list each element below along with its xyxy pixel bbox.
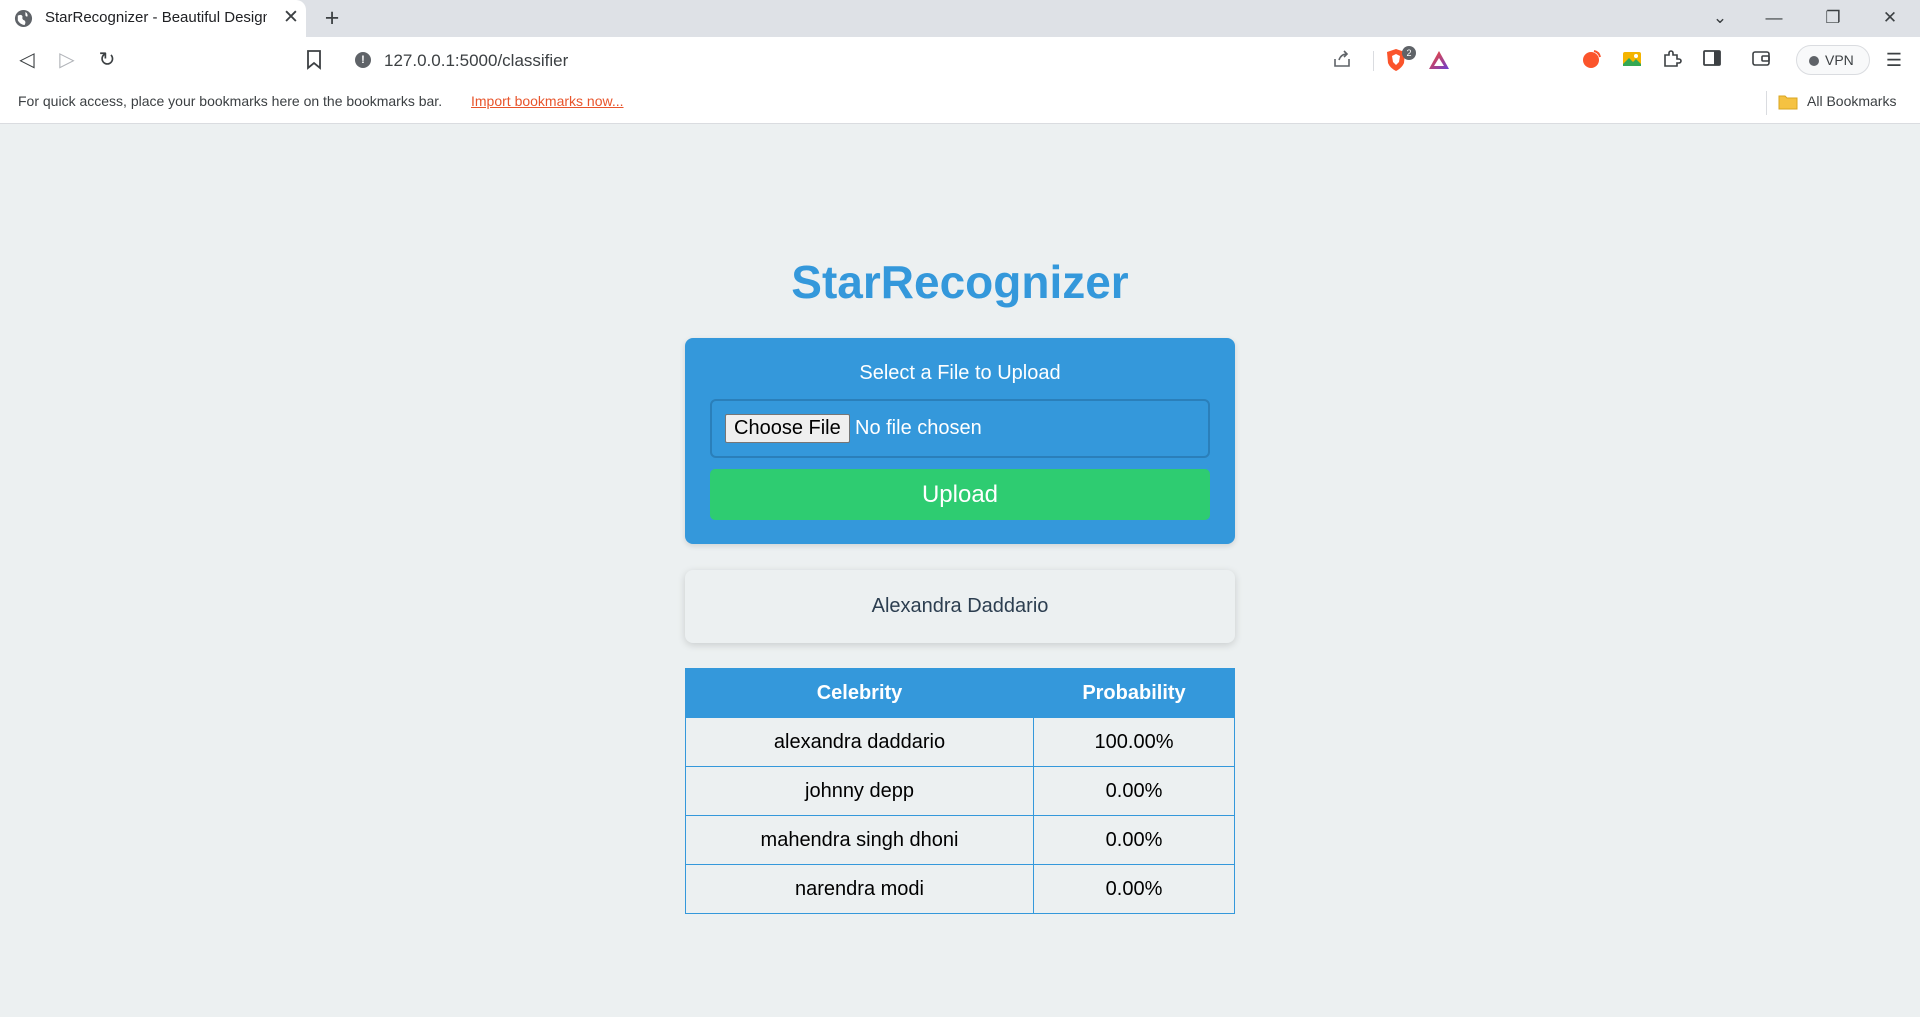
- table-row: narendra modi 0.00%: [685, 864, 1235, 914]
- upload-form: Select a File to Upload Choose File No f…: [685, 338, 1235, 544]
- vpn-status-dot: [1809, 56, 1819, 66]
- upload-label: Select a File to Upload: [859, 362, 1061, 384]
- predicted-celebrity-name: Alexandra Daddario: [871, 595, 1049, 617]
- brave-news-icon[interactable]: [1580, 48, 1604, 72]
- probability-cell: 0.00%: [1033, 864, 1235, 914]
- share-icon[interactable]: [1330, 49, 1354, 71]
- file-input[interactable]: Choose File No file chosen: [710, 399, 1210, 458]
- url-text: 127.0.0.1:5000/classifier: [384, 51, 569, 70]
- close-window-icon[interactable]: ✕: [1870, 4, 1910, 32]
- close-tab-icon[interactable]: ✕: [280, 7, 302, 29]
- browser-tab[interactable]: StarRecognizer - Beautiful Design ✕: [0, 0, 306, 37]
- file-status-text: No file chosen: [855, 417, 982, 439]
- table-row: mahendra singh dhoni 0.00%: [685, 815, 1235, 865]
- browser-toolbar: ◁ ▷ ↻ ! 127.0.0.1:5000/classifier 2 VPN …: [0, 37, 1920, 83]
- brave-rewards-icon[interactable]: [1427, 49, 1451, 71]
- page-title: StarRecognizer: [791, 256, 1129, 308]
- new-tab-icon[interactable]: +: [318, 4, 346, 32]
- table-row: alexandra daddario 100.00%: [685, 717, 1235, 767]
- reload-icon[interactable]: ↻: [93, 47, 121, 73]
- bookmarks-hint: For quick access, place your bookmarks h…: [18, 93, 443, 109]
- wallet-icon[interactable]: [1749, 48, 1773, 72]
- wallpaper-extension-icon[interactable]: [1620, 48, 1644, 72]
- prediction-result-card: Alexandra Daddario: [685, 570, 1235, 643]
- omnibox-divider: [1373, 51, 1374, 71]
- column-header-celebrity: Celebrity: [685, 668, 1034, 718]
- all-bookmarks-button[interactable]: All Bookmarks: [1807, 93, 1896, 109]
- extensions-puzzle-icon[interactable]: [1660, 48, 1684, 72]
- bookmarks-divider: [1766, 91, 1767, 115]
- tab-search-chevron-icon[interactable]: ⌄: [1700, 4, 1740, 32]
- column-header-probability: Probability: [1033, 668, 1235, 718]
- bookmark-icon[interactable]: [300, 47, 328, 73]
- upload-button[interactable]: Upload: [710, 469, 1210, 520]
- celebrity-cell: alexandra daddario: [685, 717, 1034, 767]
- minimize-icon[interactable]: —: [1754, 4, 1794, 32]
- forward-icon[interactable]: ▷: [53, 47, 81, 73]
- import-bookmarks-link[interactable]: Import bookmarks now...: [471, 93, 624, 109]
- celebrity-cell: johnny depp: [685, 766, 1034, 816]
- vpn-button[interactable]: VPN: [1796, 45, 1870, 75]
- probability-table: Celebrity Probability alexandra daddario…: [685, 668, 1235, 914]
- sidebar-toggle-icon[interactable]: [1700, 48, 1724, 72]
- menu-hamburger-icon[interactable]: ☰: [1882, 48, 1906, 72]
- back-icon[interactable]: ◁: [13, 47, 41, 73]
- shield-count-badge: 2: [1402, 46, 1416, 60]
- tab-title: StarRecognizer - Beautiful Design: [45, 9, 267, 26]
- celebrity-cell: mahendra singh dhoni: [685, 815, 1034, 865]
- globe-icon: [14, 9, 33, 28]
- table-row: johnny depp 0.00%: [685, 766, 1235, 816]
- vpn-label: VPN: [1825, 52, 1854, 68]
- probability-cell: 0.00%: [1033, 815, 1235, 865]
- bookmarks-bar: For quick access, place your bookmarks h…: [0, 83, 1920, 124]
- celebrity-cell: narendra modi: [685, 864, 1034, 914]
- probability-cell: 100.00%: [1033, 717, 1235, 767]
- restore-icon[interactable]: ❐: [1813, 4, 1853, 32]
- address-bar[interactable]: ! 127.0.0.1:5000/classifier 2: [342, 43, 1464, 77]
- site-info-icon[interactable]: !: [355, 52, 371, 68]
- table-header-row: Celebrity Probability: [685, 668, 1235, 718]
- probability-cell: 0.00%: [1033, 766, 1235, 816]
- choose-file-button[interactable]: Choose File: [725, 414, 850, 443]
- tab-strip: StarRecognizer - Beautiful Design ✕ + ⌄ …: [0, 0, 1920, 37]
- folder-icon: [1778, 95, 1798, 110]
